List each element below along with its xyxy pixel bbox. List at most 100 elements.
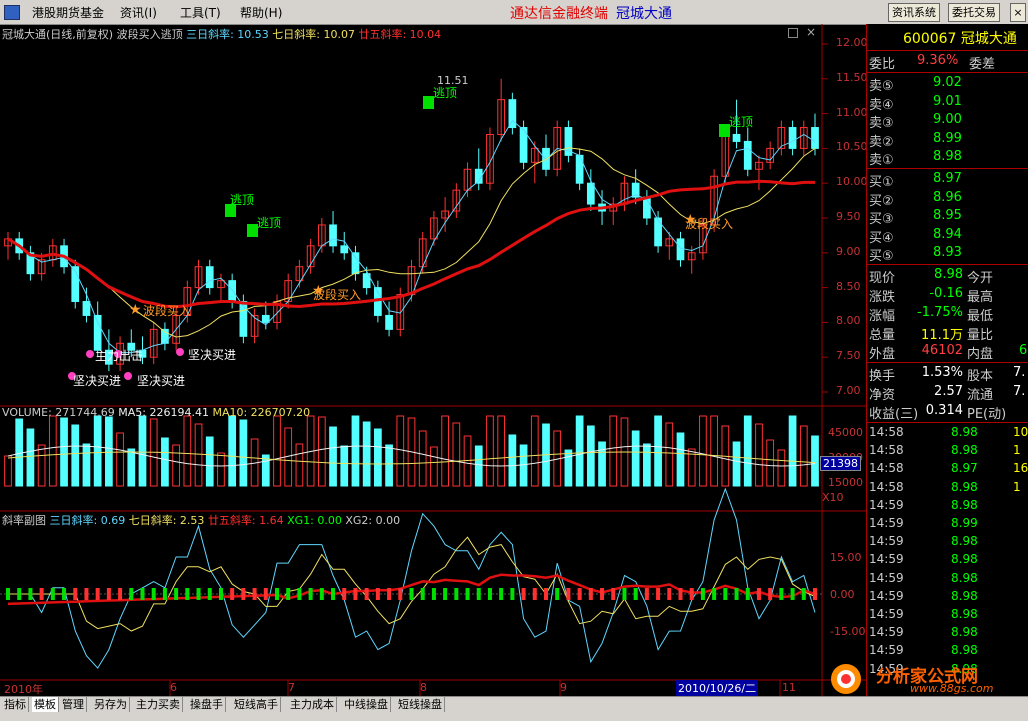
s3-label: 三日斜率: 10.53 <box>186 28 269 41</box>
vol-current-badge: 21398 <box>820 456 861 471</box>
tab-3[interactable]: 管理 <box>60 697 87 712</box>
volume-bar <box>609 415 618 487</box>
stat-label: 现价 <box>869 271 896 286</box>
x-label-3: 8 <box>420 681 427 694</box>
volume-bar <box>452 422 461 487</box>
tab-5[interactable]: 主力买卖 <box>134 697 183 712</box>
xg-signal-bar <box>118 588 123 600</box>
menu-help[interactable]: 帮助(H) <box>240 4 282 21</box>
xg-signal-bar <box>801 588 806 600</box>
volume-bar <box>811 435 819 487</box>
tick-time: 14:59 <box>869 570 904 585</box>
sell-level: 卖⑤ 9.02 <box>869 75 962 94</box>
tick-row[interactable]: 14:58 8.97 16 <box>869 461 1028 478</box>
xg-signal-bar <box>151 588 156 600</box>
tick-row[interactable]: 14:59 8.98 <box>869 643 978 660</box>
xg-signal-bar <box>162 588 167 600</box>
tick-time: 14:59 <box>869 516 904 530</box>
panel-buttons[interactable]: × <box>788 25 818 39</box>
stat2-label-2: PE(动) <box>967 407 1007 422</box>
volume-bar <box>273 415 281 487</box>
tick-row[interactable]: 14:59 8.98 <box>869 607 978 624</box>
tab-2[interactable]: 模板 <box>32 697 59 712</box>
tab-8[interactable]: 主力成本 <box>288 697 337 712</box>
app-icon[interactable] <box>4 5 20 20</box>
tick-volume: 1 <box>1013 479 1021 494</box>
tick-row[interactable]: 14:58 8.98 1 <box>869 480 1021 497</box>
stock-title: 冠城大通 <box>616 6 672 22</box>
xg-signal-bar <box>62 588 67 600</box>
tab-10[interactable]: 短线操盘 <box>396 697 445 712</box>
info-system-button[interactable]: 资讯系统 <box>888 3 940 22</box>
xg-signal-bar <box>723 588 728 600</box>
tick-row[interactable]: 14:59 8.98 <box>869 552 978 569</box>
volume-bar <box>699 415 707 487</box>
stat2-value: 0.314 <box>925 403 963 418</box>
tick-row[interactable]: 14:58 8.98 1 <box>869 443 1021 460</box>
sell-level: 卖② 8.99 <box>869 131 962 150</box>
tab-4[interactable]: 另存为 <box>92 697 130 712</box>
stat2-value-2: 7. <box>1013 384 1026 399</box>
xg-signal-bar <box>745 588 750 600</box>
sell-price: 9.01 <box>933 93 962 109</box>
escape-signal-1: 逃顶 <box>230 193 255 207</box>
tick-row[interactable]: 14:59 8.98 <box>869 534 978 551</box>
menu-hk-futures[interactable]: 港股期货基金 <box>32 4 104 21</box>
volume-bar <box>676 432 685 487</box>
toggle-icon[interactable] <box>788 28 798 38</box>
tick-row[interactable]: 14:59 8.99 <box>869 516 978 533</box>
buy-level: 买② 8.96 <box>869 190 962 209</box>
xg-signal-bar <box>756 588 761 600</box>
sell-level: 卖③ 9.00 <box>869 112 962 131</box>
volume-bar <box>15 418 24 487</box>
xg-signal-bar <box>420 588 425 600</box>
buy-price: 8.95 <box>933 208 962 223</box>
volume-bar <box>161 437 169 487</box>
menu-tools[interactable]: 工具(T) <box>180 4 221 21</box>
tick-price: 8.98 <box>951 552 978 567</box>
tick-price: 8.98 <box>951 497 978 512</box>
volume-bar <box>385 444 393 487</box>
stat-value: 46102 <box>921 343 963 358</box>
tick-price: 8.98 <box>951 607 978 621</box>
xg-signal-bar <box>768 588 773 600</box>
volume-bar <box>205 436 214 487</box>
escape-signal-4: 逃顶 <box>729 115 754 129</box>
stat2-label: 换手 <box>869 369 896 384</box>
buy-price: 8.94 <box>933 226 962 242</box>
tick-row[interactable]: 14:59 8.98 <box>869 498 978 515</box>
candle-body <box>205 266 214 289</box>
xg-signal-bar <box>499 588 504 600</box>
volume-bar <box>586 425 595 487</box>
price-tick: 7.00 <box>836 384 861 397</box>
xg-signal-bar <box>230 588 235 600</box>
close-button[interactable]: × <box>1010 3 1026 22</box>
stat-row: 现价 8.98 今开 <box>869 267 993 286</box>
menu-info[interactable]: 资讯(I) <box>120 4 157 21</box>
volume-bar <box>48 415 57 487</box>
tick-row[interactable]: 14:58 8.98 10 <box>869 425 1028 442</box>
xg-signal-bar <box>6 588 10 600</box>
candle-body <box>811 127 819 149</box>
quote-divider-4 <box>867 362 1028 363</box>
stat-label: 涨跌 <box>869 290 896 305</box>
volume-bar <box>26 428 35 487</box>
tick-price: 8.97 <box>951 461 978 476</box>
tick-row[interactable]: 14:59 8.98 <box>869 589 978 606</box>
tab-1[interactable]: 指标 <box>2 697 29 712</box>
volume-bar <box>777 449 786 487</box>
tab-9[interactable]: 中线操盘 <box>342 697 391 712</box>
x-label-4: 9 <box>560 681 567 694</box>
tick-time: 14:58 <box>869 443 904 458</box>
tab-7[interactable]: 短线高手 <box>232 697 281 712</box>
watermark: 分析家公式网 www.88gs.com <box>828 662 1028 696</box>
tab-6[interactable]: 操盘手 <box>188 697 226 712</box>
candle-body <box>329 224 337 247</box>
close-icon[interactable]: × <box>806 25 816 39</box>
trade-button[interactable]: 委托交易 <box>948 3 1000 22</box>
tick-row[interactable]: 14:59 8.98 <box>869 570 978 588</box>
tick-row[interactable]: 14:59 8.98 <box>869 625 978 642</box>
volume-bar <box>396 415 405 487</box>
volume-bar <box>329 426 337 487</box>
xg-signal-bar <box>275 588 279 600</box>
